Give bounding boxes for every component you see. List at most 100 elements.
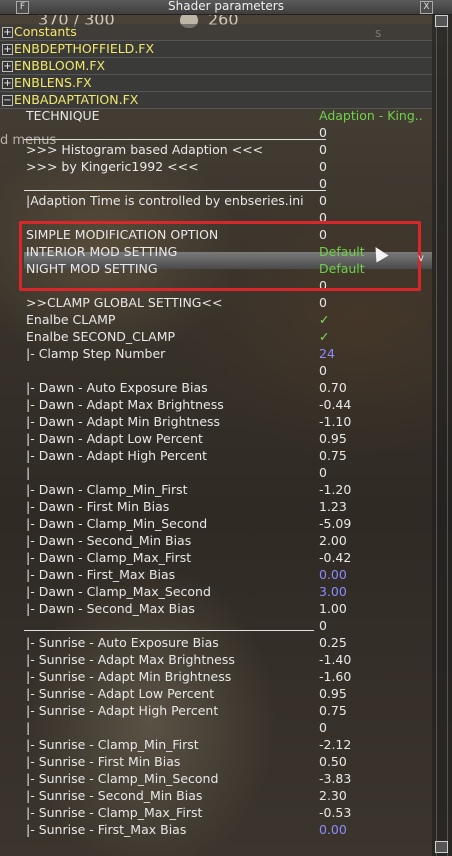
parameter-value[interactable]: 0.75	[319, 703, 347, 718]
parameter-value[interactable]: 0	[319, 159, 327, 174]
window-titlebar[interactable]: F Shader parameters X	[0, 0, 452, 15]
parameter-value[interactable]: 0	[319, 363, 327, 378]
parameter-row[interactable]: |- Dawn - Clamp_Max_First -0.42	[0, 550, 432, 567]
collapse-icon[interactable]: −	[2, 95, 13, 106]
parameter-row[interactable]: >>> Histogram based Adaption <<< 0	[0, 142, 432, 159]
section-enbbloom[interactable]: + ENBBLOOM.FX	[0, 58, 432, 75]
parameter-value[interactable]: 0.50	[319, 754, 347, 769]
checkmark-icon[interactable]: ✓	[319, 329, 329, 344]
parameter-label: |- Sunrise - Adapt Low Percent	[26, 686, 215, 701]
parameter-row[interactable]: |- Dawn - First_Max Bias 0.00	[0, 567, 432, 584]
parameter-row[interactable]: |- Clamp Step Number 24	[0, 346, 432, 363]
parameter-row[interactable]: |- Sunrise - First Min Bias 0.50	[0, 754, 432, 771]
parameter-row[interactable]: >>CLAMP GLOBAL SETTING<< 0	[0, 295, 432, 312]
parameter-value[interactable]: -3.83	[319, 771, 351, 786]
scrollbar[interactable]	[432, 15, 452, 856]
parameter-label: |- Sunrise - Clamp_Max_First	[26, 805, 203, 820]
parameter-row[interactable]: Enalbe CLAMP ✓	[0, 312, 432, 329]
parameter-row[interactable]: |- Dawn - First Min Bias 1.23	[0, 499, 432, 516]
parameter-value[interactable]: 0	[319, 720, 327, 735]
parameter-row[interactable]: |- Dawn - Second_Max Bias 1.00	[0, 601, 432, 618]
parameter-row[interactable]: |- Dawn - Adapt Low Percent 0.95	[0, 431, 432, 448]
parameter-value[interactable]: -1.10	[319, 414, 351, 429]
parameter-value[interactable]: 3.00	[319, 584, 347, 599]
divider	[24, 190, 326, 191]
parameter-value[interactable]: 2.00	[319, 533, 347, 548]
parameter-row[interactable]: 0	[0, 363, 432, 380]
parameter-value[interactable]: 0.70	[319, 380, 347, 395]
section-constants[interactable]: + Constants	[0, 24, 432, 41]
parameter-row[interactable]: |- Dawn - Adapt Max Brightness -0.44	[0, 397, 432, 414]
parameter-row[interactable]: |- Sunrise - First_Max Bias 0.00	[0, 822, 432, 839]
parameter-row[interactable]: |Adaption Time is controlled by enbserie…	[0, 193, 432, 210]
expand-icon[interactable]: +	[2, 44, 13, 55]
parameter-row[interactable]: 0	[0, 618, 432, 635]
parameter-value[interactable]: 0.00	[319, 822, 347, 837]
parameter-row[interactable]: |- Sunrise - Adapt High Percent 0.75	[0, 703, 432, 720]
parameter-label: |- Sunrise - First Min Bias	[26, 754, 181, 769]
parameter-value[interactable]: -0.53	[319, 805, 351, 820]
parameter-row[interactable]: |- Sunrise - Clamp_Min_First -2.12	[0, 737, 432, 754]
parameter-value[interactable]: 24	[319, 346, 335, 361]
parameter-row[interactable]: | 0	[0, 720, 432, 737]
parameter-row[interactable]: |- Dawn - Clamp_Min_First -1.20	[0, 482, 432, 499]
parameter-value[interactable]: 0	[319, 193, 327, 208]
parameter-row[interactable]: Enalbe SECOND_CLAMP ✓	[0, 329, 432, 346]
expand-icon[interactable]: +	[2, 27, 13, 38]
expand-icon[interactable]: +	[2, 61, 13, 72]
parameter-row[interactable]: |- Dawn - Clamp_Min_Second -5.09	[0, 516, 432, 533]
parameter-value[interactable]: 0.00	[319, 567, 347, 582]
parameter-value[interactable]: 0	[319, 465, 327, 480]
expand-icon[interactable]: +	[2, 78, 13, 89]
parameter-value[interactable]: 1.00	[319, 601, 347, 616]
parameter-value[interactable]: -2.12	[319, 737, 351, 752]
parameter-value[interactable]: 2.30	[319, 788, 347, 803]
parameter-row[interactable]: |- Sunrise - Second_Min Bias 2.30	[0, 788, 432, 805]
parameter-value[interactable]: 0	[319, 142, 327, 157]
parameter-value[interactable]: 0	[319, 125, 327, 140]
parameter-row[interactable]: |- Sunrise - Clamp_Max_First -0.53	[0, 805, 432, 822]
section-enbdepthoffield[interactable]: + ENBDEPTHOFFIELD.FX	[0, 41, 432, 58]
parameter-label: |- Sunrise - Second_Min Bias	[26, 788, 203, 803]
parameter-row[interactable]: |- Sunrise - Auto Exposure Bias 0.25	[0, 635, 432, 652]
parameter-row[interactable]: | 0	[0, 465, 432, 482]
parameter-row[interactable]: |- Sunrise - Adapt Low Percent 0.95	[0, 686, 432, 703]
parameter-value[interactable]: 0.75	[319, 448, 347, 463]
parameter-row[interactable]: |- Sunrise - Clamp_Min_Second -3.83	[0, 771, 432, 788]
parameter-label: |- Dawn - First_Max Bias	[26, 567, 176, 582]
parameter-value[interactable]: -1.60	[319, 669, 351, 684]
parameter-row[interactable]: >>> by Kingeric1992 <<< 0	[0, 159, 432, 176]
parameter-label: >>> by Kingeric1992 <<<	[26, 159, 199, 174]
section-enbadaptation[interactable]: − ENBADAPTATION.FX	[0, 92, 432, 109]
close-icon[interactable]: X	[420, 1, 433, 14]
parameter-row[interactable]: |- Dawn - Adapt Min Brightness -1.10	[0, 414, 432, 431]
parameter-value[interactable]: -0.42	[319, 550, 351, 565]
parameter-value[interactable]: 0	[319, 295, 327, 310]
parameter-row[interactable]: |- Dawn - Adapt High Percent 0.75	[0, 448, 432, 465]
parameter-row[interactable]: |- Dawn - Clamp_Max_Second 3.00	[0, 584, 432, 601]
parameter-value[interactable]: -1.20	[319, 482, 351, 497]
parameter-value[interactable]: -0.44	[319, 397, 351, 412]
section-enblens[interactable]: + ENBLENS.FX	[0, 75, 432, 92]
parameter-value[interactable]: 0.95	[319, 686, 347, 701]
parameter-value[interactable]: 0	[319, 176, 327, 191]
parameter-value[interactable]: 0	[319, 618, 327, 633]
scrollbar-thumb[interactable]	[435, 15, 448, 27]
parameter-value[interactable]: -5.09	[319, 516, 351, 531]
parameter-value[interactable]: 0.25	[319, 635, 347, 650]
parameter-label: |- Dawn - Adapt Low Percent	[26, 431, 203, 446]
scrollbar-bottom-marker[interactable]	[435, 841, 448, 853]
parameter-row[interactable]: |- Dawn - Second_Min Bias 2.00	[0, 533, 432, 550]
parameter-row[interactable]: |- Sunrise - Adapt Max Brightness -1.40	[0, 652, 432, 669]
parameter-value[interactable]: Adaption - King..	[319, 108, 423, 123]
parameter-value[interactable]: 1.23	[319, 499, 347, 514]
parameter-value[interactable]: 0.95	[319, 431, 347, 446]
checkmark-icon[interactable]: ✓	[319, 312, 329, 327]
parameter-value[interactable]: -1.40	[319, 652, 351, 667]
parameter-row[interactable]: |- Dawn - Auto Exposure Bias 0.70	[0, 380, 432, 397]
parameter-label: |- Sunrise - Adapt High Percent	[26, 703, 219, 718]
parameter-row[interactable]: |- Sunrise - Adapt Min Brightness -1.60	[0, 669, 432, 686]
chevron-down-icon[interactable]: v	[418, 253, 424, 264]
parameter-row[interactable]: TECHNIQUE Adaption - King..	[0, 108, 432, 125]
scrollbar-track[interactable]	[436, 15, 448, 856]
